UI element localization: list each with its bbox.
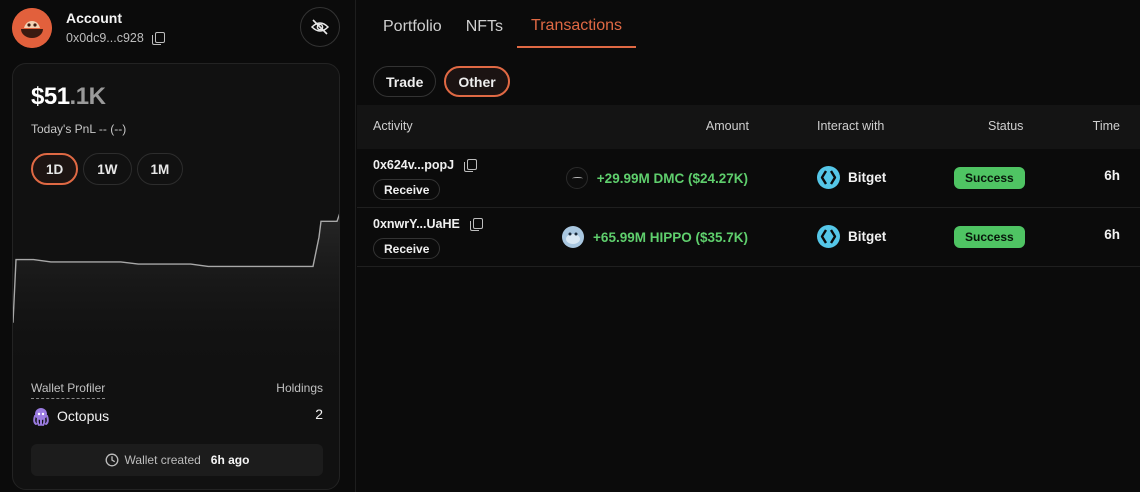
transaction-filter: Trade Other <box>373 66 510 97</box>
hide-balance-button[interactable] <box>300 7 340 47</box>
balance-value: $51.1K <box>31 83 106 111</box>
table-header: Activity Amount Interact with Status Tim… <box>357 105 1140 149</box>
balance-main: $51 <box>31 83 70 110</box>
filter-other[interactable]: Other <box>444 66 510 97</box>
bitget-logo-shape <box>820 229 837 244</box>
activity-panel: Portfolio NFTs Transactions Trade Other … <box>357 0 1140 492</box>
tx-amount: +29.99M DMC ($24.27K) <box>565 167 748 189</box>
bitget-icon <box>817 166 840 189</box>
bowl-avatar-icon <box>12 8 52 48</box>
chart-area <box>13 215 339 374</box>
portfolio-card: $51.1K Today's PnL -- (--) 1D 1W 1M Wall… <box>12 63 340 490</box>
tx-amount-text: +29.99M DMC ($24.27K) <box>596 170 748 186</box>
header-amount: Amount <box>705 119 749 133</box>
account-panel: Account 0x0dc9...c928 $51.1K Today's PnL… <box>0 0 356 492</box>
today-pnl: Today's PnL -- (--) <box>31 122 126 136</box>
range-1m-button[interactable]: 1M <box>136 153 184 185</box>
tx-interact-text[interactable]: Bitget <box>848 229 886 244</box>
copy-icon[interactable] <box>151 31 165 45</box>
tab-nfts[interactable]: NFTs <box>458 18 511 48</box>
tx-time: 6h <box>1104 168 1120 183</box>
copy-icon[interactable] <box>469 217 483 231</box>
balance-chart <box>13 213 339 374</box>
bitget-icon <box>817 225 840 248</box>
hippo-face-shape <box>566 232 581 244</box>
holdings-value: 2 <box>315 406 323 422</box>
octopus-icon <box>33 408 49 426</box>
tx-hash-text[interactable]: 0xnwrY...UaHE <box>373 217 460 231</box>
tx-interact[interactable]: Bitget <box>817 166 886 189</box>
bitget-logo-shape <box>820 170 837 185</box>
tx-hash[interactable]: 0x624v...popJ <box>373 158 478 172</box>
account-address-text: 0x0dc9...c928 <box>66 31 144 45</box>
balance-suffix: .1K <box>69 83 106 110</box>
pnl-label: Today's PnL <box>31 122 96 136</box>
tx-amount-text: +65.99M HIPPO ($35.7K) <box>593 229 748 245</box>
tx-hash[interactable]: 0xnwrY...UaHE <box>373 217 483 231</box>
holdings-label: Holdings <box>276 381 323 395</box>
pnl-value: -- (--) <box>98 122 127 136</box>
transactions-table: Activity Amount Interact with Status Tim… <box>357 105 1140 267</box>
avatar[interactable] <box>12 8 52 48</box>
wallet-profiler-value: Octopus <box>31 406 109 426</box>
range-1d-button[interactable]: 1D <box>31 153 79 185</box>
hippo-token-icon <box>562 226 585 248</box>
tab-transactions[interactable]: Transactions <box>517 17 637 48</box>
clock-icon <box>105 453 118 467</box>
wallet-profiler-label[interactable]: Wallet Profiler <box>31 381 106 399</box>
account-header: Account 0x0dc9...c928 <box>12 6 342 50</box>
eye-off-icon <box>310 19 330 35</box>
tab-portfolio[interactable]: Portfolio <box>375 18 450 48</box>
status-badge: Success <box>954 226 1025 248</box>
tx-interact-text[interactable]: Bitget <box>848 170 886 185</box>
wallet-created-value: 6h ago <box>210 453 250 467</box>
header-activity: Activity <box>373 119 413 133</box>
tx-time: 6h <box>1104 227 1120 242</box>
copy-icon[interactable] <box>464 158 478 172</box>
table-row[interactable]: 0x624v...popJ Receive +29.99M DMC ($24.2… <box>357 149 1140 208</box>
tx-hash-text[interactable]: 0x624v...popJ <box>373 158 454 172</box>
header-time: Time <box>1092 119 1120 133</box>
range-selector: 1D 1W 1M <box>31 153 184 185</box>
tab-bar: Portfolio NFTs Transactions <box>357 0 1140 48</box>
wallet-created-label: Wallet created <box>124 453 201 467</box>
status-badge: Success <box>954 167 1025 189</box>
account-address: 0x0dc9...c928 <box>66 31 165 45</box>
header-interact: Interact with <box>817 119 885 133</box>
tx-interact[interactable]: Bitget <box>817 225 886 248</box>
tx-type-badge: Receive <box>373 238 441 259</box>
tx-amount: +65.99M HIPPO ($35.7K) <box>562 226 748 248</box>
tx-type-badge: Receive <box>373 179 441 200</box>
header-status: Status <box>988 119 1024 133</box>
table-row[interactable]: 0xnwrY...UaHE Receive +65.99M HIPPO ($35… <box>357 208 1140 267</box>
wallet-created: Wallet created 6h ago <box>31 444 323 476</box>
dmc-token-icon <box>565 167 588 189</box>
account-title: Account <box>66 10 122 26</box>
filter-trade[interactable]: Trade <box>373 66 437 97</box>
range-1w-button[interactable]: 1W <box>83 153 132 185</box>
wallet-profiler-text: Octopus <box>57 408 110 424</box>
